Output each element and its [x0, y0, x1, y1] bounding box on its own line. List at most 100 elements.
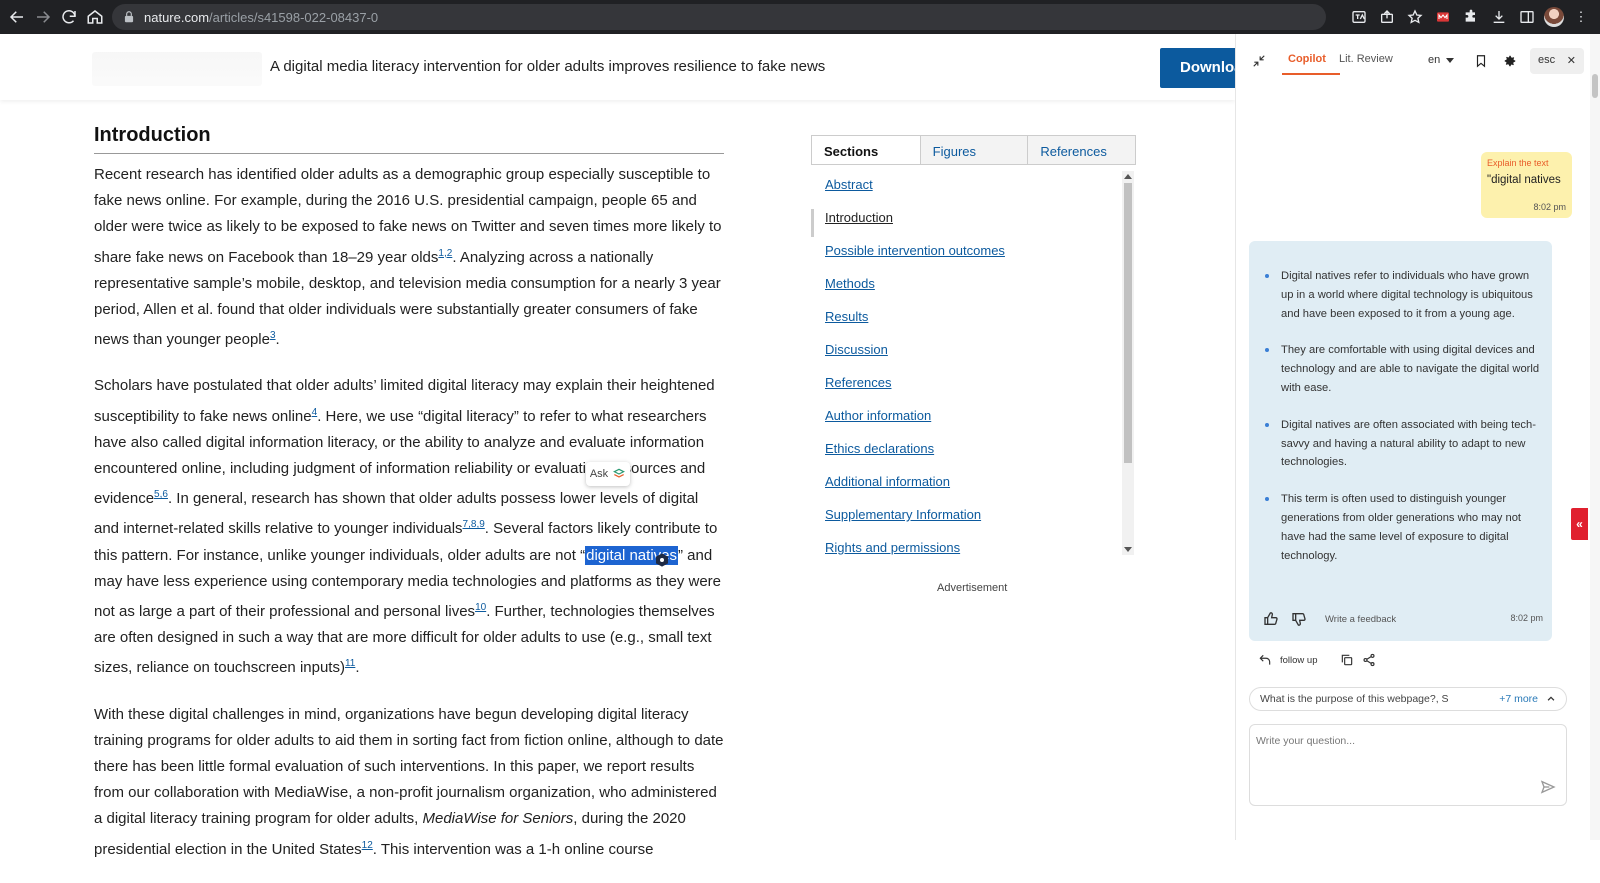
answer-bullet: Digital natives refer to individuals who…	[1263, 267, 1544, 323]
journal-logo[interactable]	[92, 52, 262, 86]
tab-figures[interactable]: Figures	[919, 136, 1028, 164]
text: .	[275, 331, 280, 349]
paragraph-2: Scholars have postulated that older adul…	[94, 373, 724, 681]
toc-scrollbar[interactable]	[1122, 171, 1134, 555]
thumbs-down-icon[interactable]	[1291, 611, 1307, 627]
paragraph-3: With these digital challenges in mind, o…	[94, 702, 724, 863]
chevron-up-icon[interactable]	[1546, 694, 1556, 704]
copy-icon[interactable]	[1340, 653, 1354, 667]
share-nodes-icon[interactable]	[1362, 653, 1376, 667]
citation-link[interactable]: 10	[475, 602, 486, 613]
message-time: 8:02 pm	[1533, 202, 1566, 212]
tab-lit-review[interactable]: Lit. Review	[1339, 53, 1393, 65]
citation-link[interactable]: 1,2	[438, 248, 452, 259]
thumbs-up-icon[interactable]	[1263, 611, 1279, 627]
answer-bullet: Digital natives are often associated wit…	[1263, 416, 1544, 472]
scrollbar-thumb[interactable]	[1592, 74, 1598, 98]
suggested-question[interactable]: What is the purpose of this webpage?, S …	[1249, 687, 1567, 711]
sidepanel-icon[interactable]	[1516, 6, 1538, 28]
toc-link-results[interactable]: Results	[825, 309, 868, 324]
bookmark-icon[interactable]	[1474, 53, 1488, 69]
esc-label: esc	[1538, 54, 1556, 66]
language-select[interactable]: en	[1428, 54, 1455, 66]
download-pdf-button[interactable]: Downloa	[1160, 48, 1240, 88]
address-bar[interactable]: nature.com/articles/s41598-022-08437-0	[112, 4, 1326, 30]
reload-icon[interactable]	[56, 4, 82, 30]
message-tag: Explain the text	[1487, 158, 1549, 168]
toc-link-ethics[interactable]: Ethics declarations	[825, 441, 934, 456]
esc-close-button[interactable]: esc	[1530, 48, 1584, 74]
toc-link-additional-info[interactable]: Additional information	[825, 474, 950, 489]
more-suggestions[interactable]: +7 more	[1499, 693, 1538, 705]
paragraph-1: Recent research has identified older adu…	[94, 162, 724, 353]
assistant-message: Digital natives refer to individuals who…	[1249, 241, 1552, 641]
write-feedback-link[interactable]: Write a feedback	[1325, 614, 1396, 625]
toc-link-possible-outcomes[interactable]: Possible intervention outcomes	[825, 243, 1005, 258]
scroll-up-arrow[interactable]	[1124, 174, 1132, 179]
question-input[interactable]	[1256, 731, 1536, 751]
tab-copilot[interactable]: Copilot	[1282, 53, 1340, 75]
message-time: 8:02 pm	[1510, 613, 1543, 623]
suggestion-text[interactable]: What is the purpose of this webpage?, S	[1260, 693, 1460, 705]
lock-icon	[124, 11, 134, 23]
citation-link[interactable]: 5,6	[154, 489, 168, 500]
profile-avatar[interactable]	[1544, 7, 1564, 27]
kebab-menu-icon[interactable]: ⋮	[1570, 6, 1592, 28]
active-indicator	[811, 209, 814, 237]
send-icon[interactable]	[1540, 779, 1556, 795]
citation-link[interactable]: 7,8,9	[463, 519, 485, 530]
answer-list: Digital natives refer to individuals who…	[1263, 267, 1544, 565]
tab-references[interactable]: References	[1027, 136, 1135, 164]
program-name: MediaWise for Seniors	[422, 810, 574, 828]
download-icon[interactable]	[1488, 6, 1510, 28]
scrollbar-thumb[interactable]	[1124, 183, 1132, 463]
toc-link-references[interactable]: References	[825, 375, 891, 390]
url-path: /articles/s41598-022-08437-0	[209, 9, 379, 25]
advertisement-label: Advertisement	[937, 582, 1008, 594]
home-icon[interactable]	[82, 4, 108, 30]
article-body: Introduction Recent research has identif…	[94, 124, 724, 883]
text: .	[355, 659, 360, 677]
answer-bullet: This term is often used to distinguish y…	[1263, 490, 1544, 565]
copilot-panel: Copilot Lit. Review en esc Explain the t…	[1235, 34, 1600, 840]
user-message: Explain the text "digital natives 8:02 p…	[1481, 152, 1572, 218]
ask-label: Ask	[589, 468, 609, 480]
back-arrow-icon[interactable]	[4, 4, 30, 30]
scroll-down-arrow[interactable]	[1124, 547, 1132, 552]
copilot-logo-icon	[613, 468, 626, 478]
article-title: A digital media literacy intervention fo…	[270, 58, 826, 75]
toc-link-methods[interactable]: Methods	[825, 276, 875, 291]
text: . This intervention was a 1-h online cou…	[372, 840, 654, 858]
panel-header: Copilot Lit. Review en esc	[1236, 34, 1600, 90]
message-quote: "digital natives	[1487, 174, 1561, 186]
reply-icon[interactable]	[1258, 653, 1272, 667]
gear-icon[interactable]	[1503, 54, 1517, 68]
panel-scrollbar[interactable]	[1590, 34, 1600, 840]
extension-red-icon[interactable]	[1432, 6, 1454, 28]
toc-link-abstract[interactable]: Abstract	[825, 177, 873, 192]
ask-popup-button[interactable]: Ask	[586, 462, 630, 486]
section-heading: Introduction	[94, 124, 724, 154]
follow-up-button[interactable]: follow up	[1280, 655, 1318, 666]
toc-link-rights[interactable]: Rights and permissions	[825, 540, 960, 555]
citation-link[interactable]: 12	[362, 840, 373, 851]
toc-link-discussion[interactable]: Discussion	[825, 342, 888, 357]
toc-link-introduction[interactable]: Introduction	[825, 210, 893, 225]
article-navigation: Sections Figures References Abstract Int…	[811, 135, 1136, 555]
toc-link-author-information[interactable]: Author information	[825, 408, 931, 423]
browser-toolbar: nature.com/articles/s41598-022-08437-0 ⋮	[0, 0, 1600, 34]
forward-arrow-icon[interactable]	[30, 4, 56, 30]
toc-link-supplementary[interactable]: Supplementary Information	[825, 507, 981, 522]
hexagon-icon[interactable]	[654, 552, 670, 568]
share-icon[interactable]	[1376, 6, 1398, 28]
citation-link[interactable]: 11	[345, 658, 355, 669]
collapse-icon[interactable]	[1252, 54, 1266, 68]
sections-list: Abstract Introduction Possible intervent…	[811, 171, 1136, 555]
tab-sections[interactable]: Sections	[812, 136, 920, 164]
puzzle-icon[interactable]	[1460, 6, 1482, 28]
expand-side-tab[interactable]: «	[1571, 508, 1588, 540]
url-host: nature.com	[144, 9, 210, 25]
translate-icon[interactable]	[1348, 6, 1370, 28]
star-icon[interactable]	[1404, 6, 1426, 28]
message-footer: Write a feedback 8:02 pm	[1263, 609, 1543, 629]
